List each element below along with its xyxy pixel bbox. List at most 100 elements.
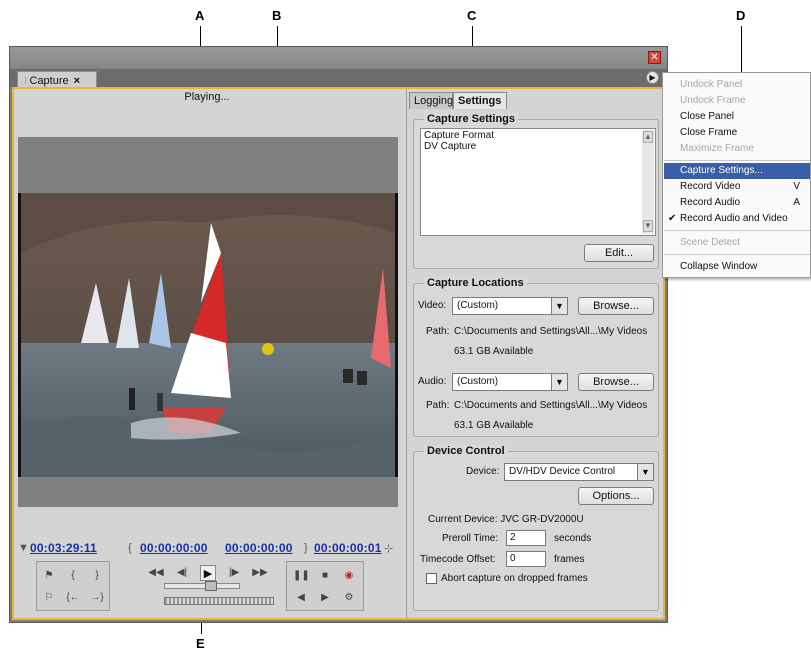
capture-format-list[interactable]: Capture Format DV Capture ▲ ▼ bbox=[420, 128, 656, 236]
marker-controls: ⚑ { } ⚐ {← →} bbox=[36, 561, 110, 611]
set-marker-icon[interactable]: ⚑ bbox=[41, 568, 57, 584]
audio-location-select[interactable]: (Custom) ▼ bbox=[452, 373, 568, 391]
video-location-label: Video: bbox=[418, 300, 447, 311]
capture-locations-title: Capture Locations bbox=[424, 277, 527, 289]
checkmark-icon: ✔ bbox=[668, 213, 677, 224]
video-preview[interactable] bbox=[18, 193, 398, 477]
shuttle-left-icon[interactable]: ◀ bbox=[293, 590, 309, 606]
chevron-down-icon: ▼ bbox=[637, 464, 653, 480]
video-path-value: C:\Documents and Settings\All...\My Vide… bbox=[454, 326, 648, 337]
options-button[interactable]: Options... bbox=[578, 487, 654, 505]
fast-forward-icon[interactable]: ▶▶ bbox=[252, 565, 268, 581]
audio-location-value: (Custom) bbox=[457, 376, 499, 387]
device-label: Device: bbox=[466, 466, 500, 477]
preroll-input[interactable]: 2 bbox=[506, 530, 546, 546]
menu-record-av-label: Record Audio and Video bbox=[680, 213, 788, 224]
goto-out-icon[interactable]: →} bbox=[89, 590, 105, 606]
pause-icon[interactable]: ❚❚ bbox=[293, 568, 310, 584]
play-icon[interactable]: ▶ bbox=[200, 565, 216, 581]
callout-c: C bbox=[467, 8, 477, 23]
step-forward-icon[interactable]: |▶ bbox=[226, 565, 242, 581]
audio-path-value: C:\Documents and Settings\All...\My Vide… bbox=[454, 400, 648, 411]
current-timecode[interactable]: 00:03:29:11 bbox=[30, 541, 97, 555]
capture-list-scrollbar[interactable]: ▲ ▼ bbox=[642, 130, 654, 234]
jog-knob[interactable] bbox=[205, 581, 217, 591]
shuttle-right-icon[interactable]: ▶ bbox=[317, 590, 333, 606]
grip-icon: ⁝ bbox=[24, 75, 28, 87]
video-location-value: (Custom) bbox=[457, 300, 499, 311]
menu-record-video-label: Record Video bbox=[680, 181, 741, 192]
video-browse-button[interactable]: Browse... bbox=[578, 297, 654, 315]
menu-capture-settings[interactable]: Capture Settings... bbox=[664, 163, 810, 179]
menu-record-audio[interactable]: Record Audio A bbox=[664, 195, 810, 211]
scroll-up-icon[interactable]: ▲ bbox=[643, 131, 653, 143]
panel-menu-icon[interactable]: ▶ bbox=[646, 71, 659, 84]
abort-capture-checkbox[interactable] bbox=[426, 573, 437, 584]
callout-d: D bbox=[736, 8, 746, 23]
device-select[interactable]: DV/HDV Device Control ▼ bbox=[504, 463, 654, 481]
capture-panel-tab[interactable]: ⁝ Capture × bbox=[17, 71, 97, 88]
set-in-icon[interactable]: { bbox=[65, 568, 81, 584]
panel-context-menu: Undock Panel Undock Frame Close Panel Cl… bbox=[662, 72, 811, 278]
scroll-down-icon[interactable]: ▼ bbox=[643, 220, 653, 232]
out-point-timecode[interactable]: 00:00:00:00 bbox=[225, 541, 293, 555]
timecode-offset-input[interactable]: 0 bbox=[506, 551, 546, 567]
out-point-icon: } bbox=[304, 542, 308, 554]
menu-record-video[interactable]: Record Video V bbox=[664, 179, 810, 195]
video-location-select[interactable]: (Custom) ▼ bbox=[452, 297, 568, 315]
menu-undock-panel[interactable]: Undock Panel bbox=[664, 77, 810, 93]
duration-timecode[interactable]: 00:00:00:01 bbox=[314, 541, 382, 555]
menu-record-audio-and-video[interactable]: ✔ Record Audio and Video bbox=[664, 211, 810, 227]
edit-button[interactable]: Edit... bbox=[584, 244, 654, 262]
tab-settings[interactable]: Settings bbox=[453, 92, 507, 109]
safe-margins-icon[interactable]: ⊹ bbox=[384, 542, 393, 555]
in-point-icon: { bbox=[128, 542, 132, 554]
scene-search-icon[interactable]: ⚙ bbox=[341, 590, 357, 606]
audio-browse-button[interactable]: Browse... bbox=[578, 373, 654, 391]
device-value: DV/HDV Device Control bbox=[509, 466, 616, 477]
rewind-icon[interactable]: ◀◀ bbox=[148, 565, 164, 581]
abort-capture-label: Abort capture on dropped frames bbox=[441, 573, 588, 584]
menu-close-panel[interactable]: Close Panel bbox=[664, 109, 810, 125]
window-close-icon[interactable]: ✕ bbox=[648, 51, 661, 64]
current-device-text: Current Device: JVC GR-DV2000U bbox=[428, 514, 584, 525]
menu-maximize-frame[interactable]: Maximize Frame bbox=[664, 141, 810, 157]
capture-settings-group: Capture Settings Capture Format DV Captu… bbox=[413, 113, 659, 269]
timecode-offset-unit: frames bbox=[554, 554, 585, 565]
capture-tab-label: Capture bbox=[29, 75, 69, 87]
menu-collapse-window[interactable]: Collapse Window bbox=[664, 259, 810, 275]
menu-scene-detect[interactable]: Scene Detect bbox=[664, 235, 810, 251]
menu-record-video-shortcut: V bbox=[793, 181, 800, 192]
stop-icon[interactable]: ■ bbox=[317, 568, 333, 584]
goto-marker-icon[interactable]: ⚐ bbox=[41, 590, 57, 606]
step-back-icon[interactable]: ◀| bbox=[174, 565, 190, 581]
video-frame bbox=[21, 193, 395, 477]
callout-a: A bbox=[195, 8, 205, 23]
shuttle-bar[interactable] bbox=[164, 597, 274, 605]
set-out-icon[interactable]: } bbox=[89, 568, 105, 584]
timecode-menu-icon[interactable]: ▼ bbox=[18, 542, 29, 554]
menu-undock-frame[interactable]: Undock Frame bbox=[664, 93, 810, 109]
timecode-offset-label: Timecode Offset: bbox=[420, 554, 496, 565]
menu-separator bbox=[664, 160, 810, 161]
preroll-label: Preroll Time: bbox=[442, 533, 499, 544]
tab-logging[interactable]: Logging bbox=[409, 92, 453, 109]
goto-in-icon[interactable]: {← bbox=[65, 590, 81, 606]
tab-close-icon[interactable]: × bbox=[74, 75, 80, 87]
capture-format-line: Capture Format bbox=[424, 130, 495, 141]
chevron-down-icon: ▼ bbox=[551, 298, 567, 314]
jog-slider[interactable] bbox=[164, 581, 240, 591]
capture-settings-title: Capture Settings bbox=[424, 113, 519, 125]
capture-window: ✕ ⁝ Capture × ⋰ ▶ Playing... ▼ 00:03:29:… bbox=[9, 46, 668, 623]
menu-close-frame[interactable]: Close Frame bbox=[664, 125, 810, 141]
capture-panel-content: Playing... ▼ 00:03:29:11 {00:00:00:00 0… bbox=[12, 87, 665, 620]
capture-locations-group: Capture Locations Video: (Custom) ▼ Brow… bbox=[413, 277, 659, 437]
record-controls: ❚❚ ■ ◉ ◀ ▶ ⚙ bbox=[286, 561, 364, 611]
window-titlebar: ✕ bbox=[10, 47, 667, 69]
chevron-down-icon: ▼ bbox=[551, 374, 567, 390]
record-icon[interactable]: ◉ bbox=[341, 568, 357, 584]
preroll-unit: seconds bbox=[554, 533, 592, 544]
menu-record-audio-shortcut: A bbox=[793, 197, 800, 208]
in-point-timecode[interactable]: 00:00:00:00 bbox=[140, 541, 208, 555]
video-path-label: Path: bbox=[426, 326, 450, 337]
